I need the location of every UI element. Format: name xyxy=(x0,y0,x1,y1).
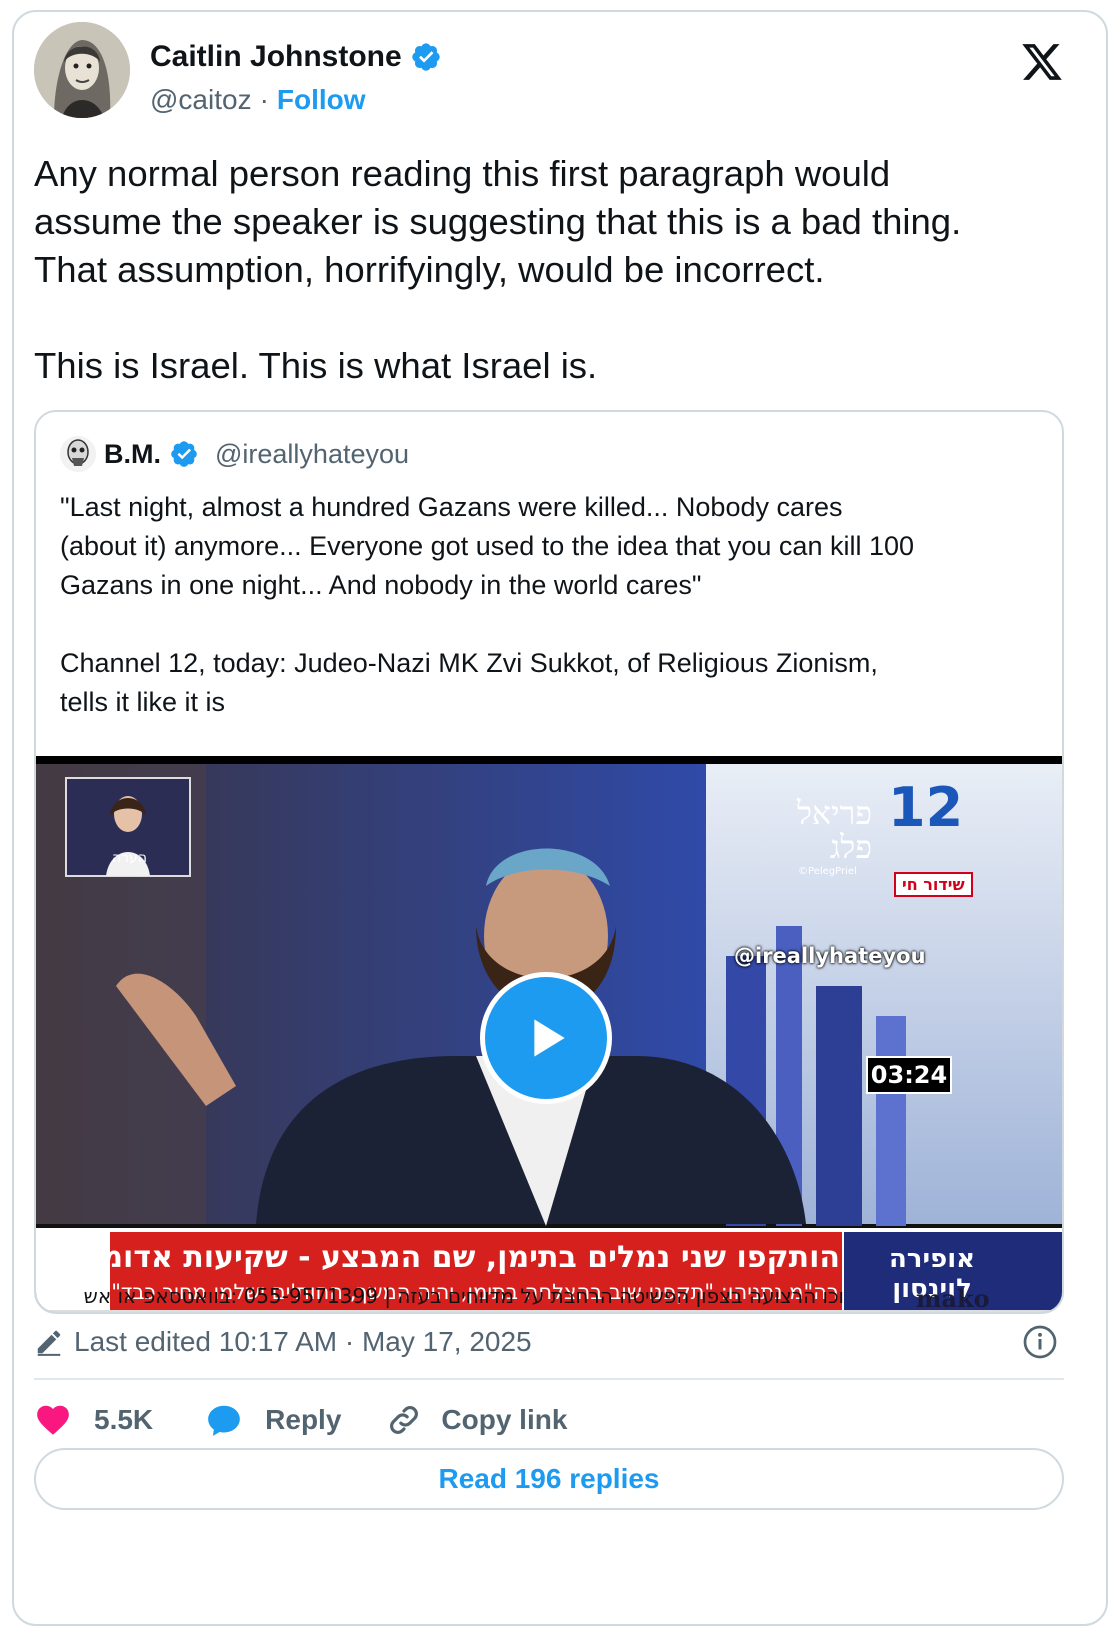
presenter-credit: ©PelegPriel xyxy=(798,866,857,877)
like-count: 5.5K xyxy=(94,1404,154,1435)
like-button[interactable]: 5.5K xyxy=(34,1401,153,1439)
news-ticker-headline: הותקפו שני נמלים בתימן, שם המבצע - שקיעו… xyxy=(110,1240,840,1275)
divider xyxy=(34,1378,1064,1380)
reply-button[interactable]: Reply xyxy=(205,1401,341,1439)
tweet-header: Caitlin Johnstone @caitoz · Follow xyxy=(34,22,1064,118)
play-button[interactable] xyxy=(480,972,612,1104)
copy-link-button[interactable]: Copy link xyxy=(385,1401,567,1439)
tweet-text: Any normal person reading this first par… xyxy=(34,153,962,386)
author-handle[interactable]: @caitoz xyxy=(150,84,252,116)
program-badge: אופירה לוינסון xyxy=(888,1244,976,1304)
read-replies-button[interactable]: Read 196 replies xyxy=(34,1448,1064,1510)
author-name[interactable]: Caitlin Johnstone xyxy=(150,40,402,74)
author-avatar[interactable] xyxy=(34,22,130,118)
pencil-icon xyxy=(37,1330,61,1356)
quoted-author-name[interactable]: B.M. xyxy=(104,439,161,470)
quoted-author-avatar[interactable] xyxy=(60,436,96,472)
presenter-name: פריאל פלג xyxy=(796,794,872,866)
reply-label: Reply xyxy=(265,1404,342,1435)
x-logo-icon[interactable] xyxy=(1020,40,1064,84)
video-duration: 03:24 xyxy=(866,1056,952,1094)
verified-badge-icon xyxy=(412,43,440,71)
svg-text:12: 12 xyxy=(888,776,963,839)
quoted-verified-badge-icon xyxy=(171,441,197,467)
link-icon xyxy=(390,1406,419,1434)
action-bar: 5.5K Reply Copy link xyxy=(34,1396,567,1444)
quoted-tweet-text: "Last night, almost a hundred Gazans wer… xyxy=(60,492,915,717)
heart-icon xyxy=(37,1405,69,1435)
video-overlay-handle: @ireallyhateyou xyxy=(734,944,926,968)
live-tag: שידור חי xyxy=(894,872,973,897)
tweet-meta: Last edited 10:17 AM · May 17, 2025 xyxy=(34,1322,1064,1362)
info-icon[interactable] xyxy=(1022,1324,1058,1360)
reply-bubble-icon xyxy=(208,1405,240,1436)
quoted-tweet[interactable]: B.M. @ireallyhateyou "Last night, almost… xyxy=(34,410,1064,1314)
quoted-author-handle[interactable]: @ireallyhateyou xyxy=(215,439,409,470)
pip-label: הערה xyxy=(112,850,147,866)
mako-logo: mako xyxy=(916,1284,990,1313)
play-icon xyxy=(534,1019,565,1057)
separator: · xyxy=(259,84,269,115)
video-player[interactable]: 12 הערה פריאל פלג ©PelegPriel שידור חי @… xyxy=(36,756,1062,1313)
news-ticker-bottom: וכו הרצועה בצפון הפשיטה הרחבת על מדווחים… xyxy=(83,1284,844,1308)
follow-button[interactable]: Follow xyxy=(277,84,366,116)
edited-timestamp[interactable]: Last edited 10:17 AM · May 17, 2025 xyxy=(74,1326,532,1358)
copy-link-label: Copy link xyxy=(441,1404,568,1435)
